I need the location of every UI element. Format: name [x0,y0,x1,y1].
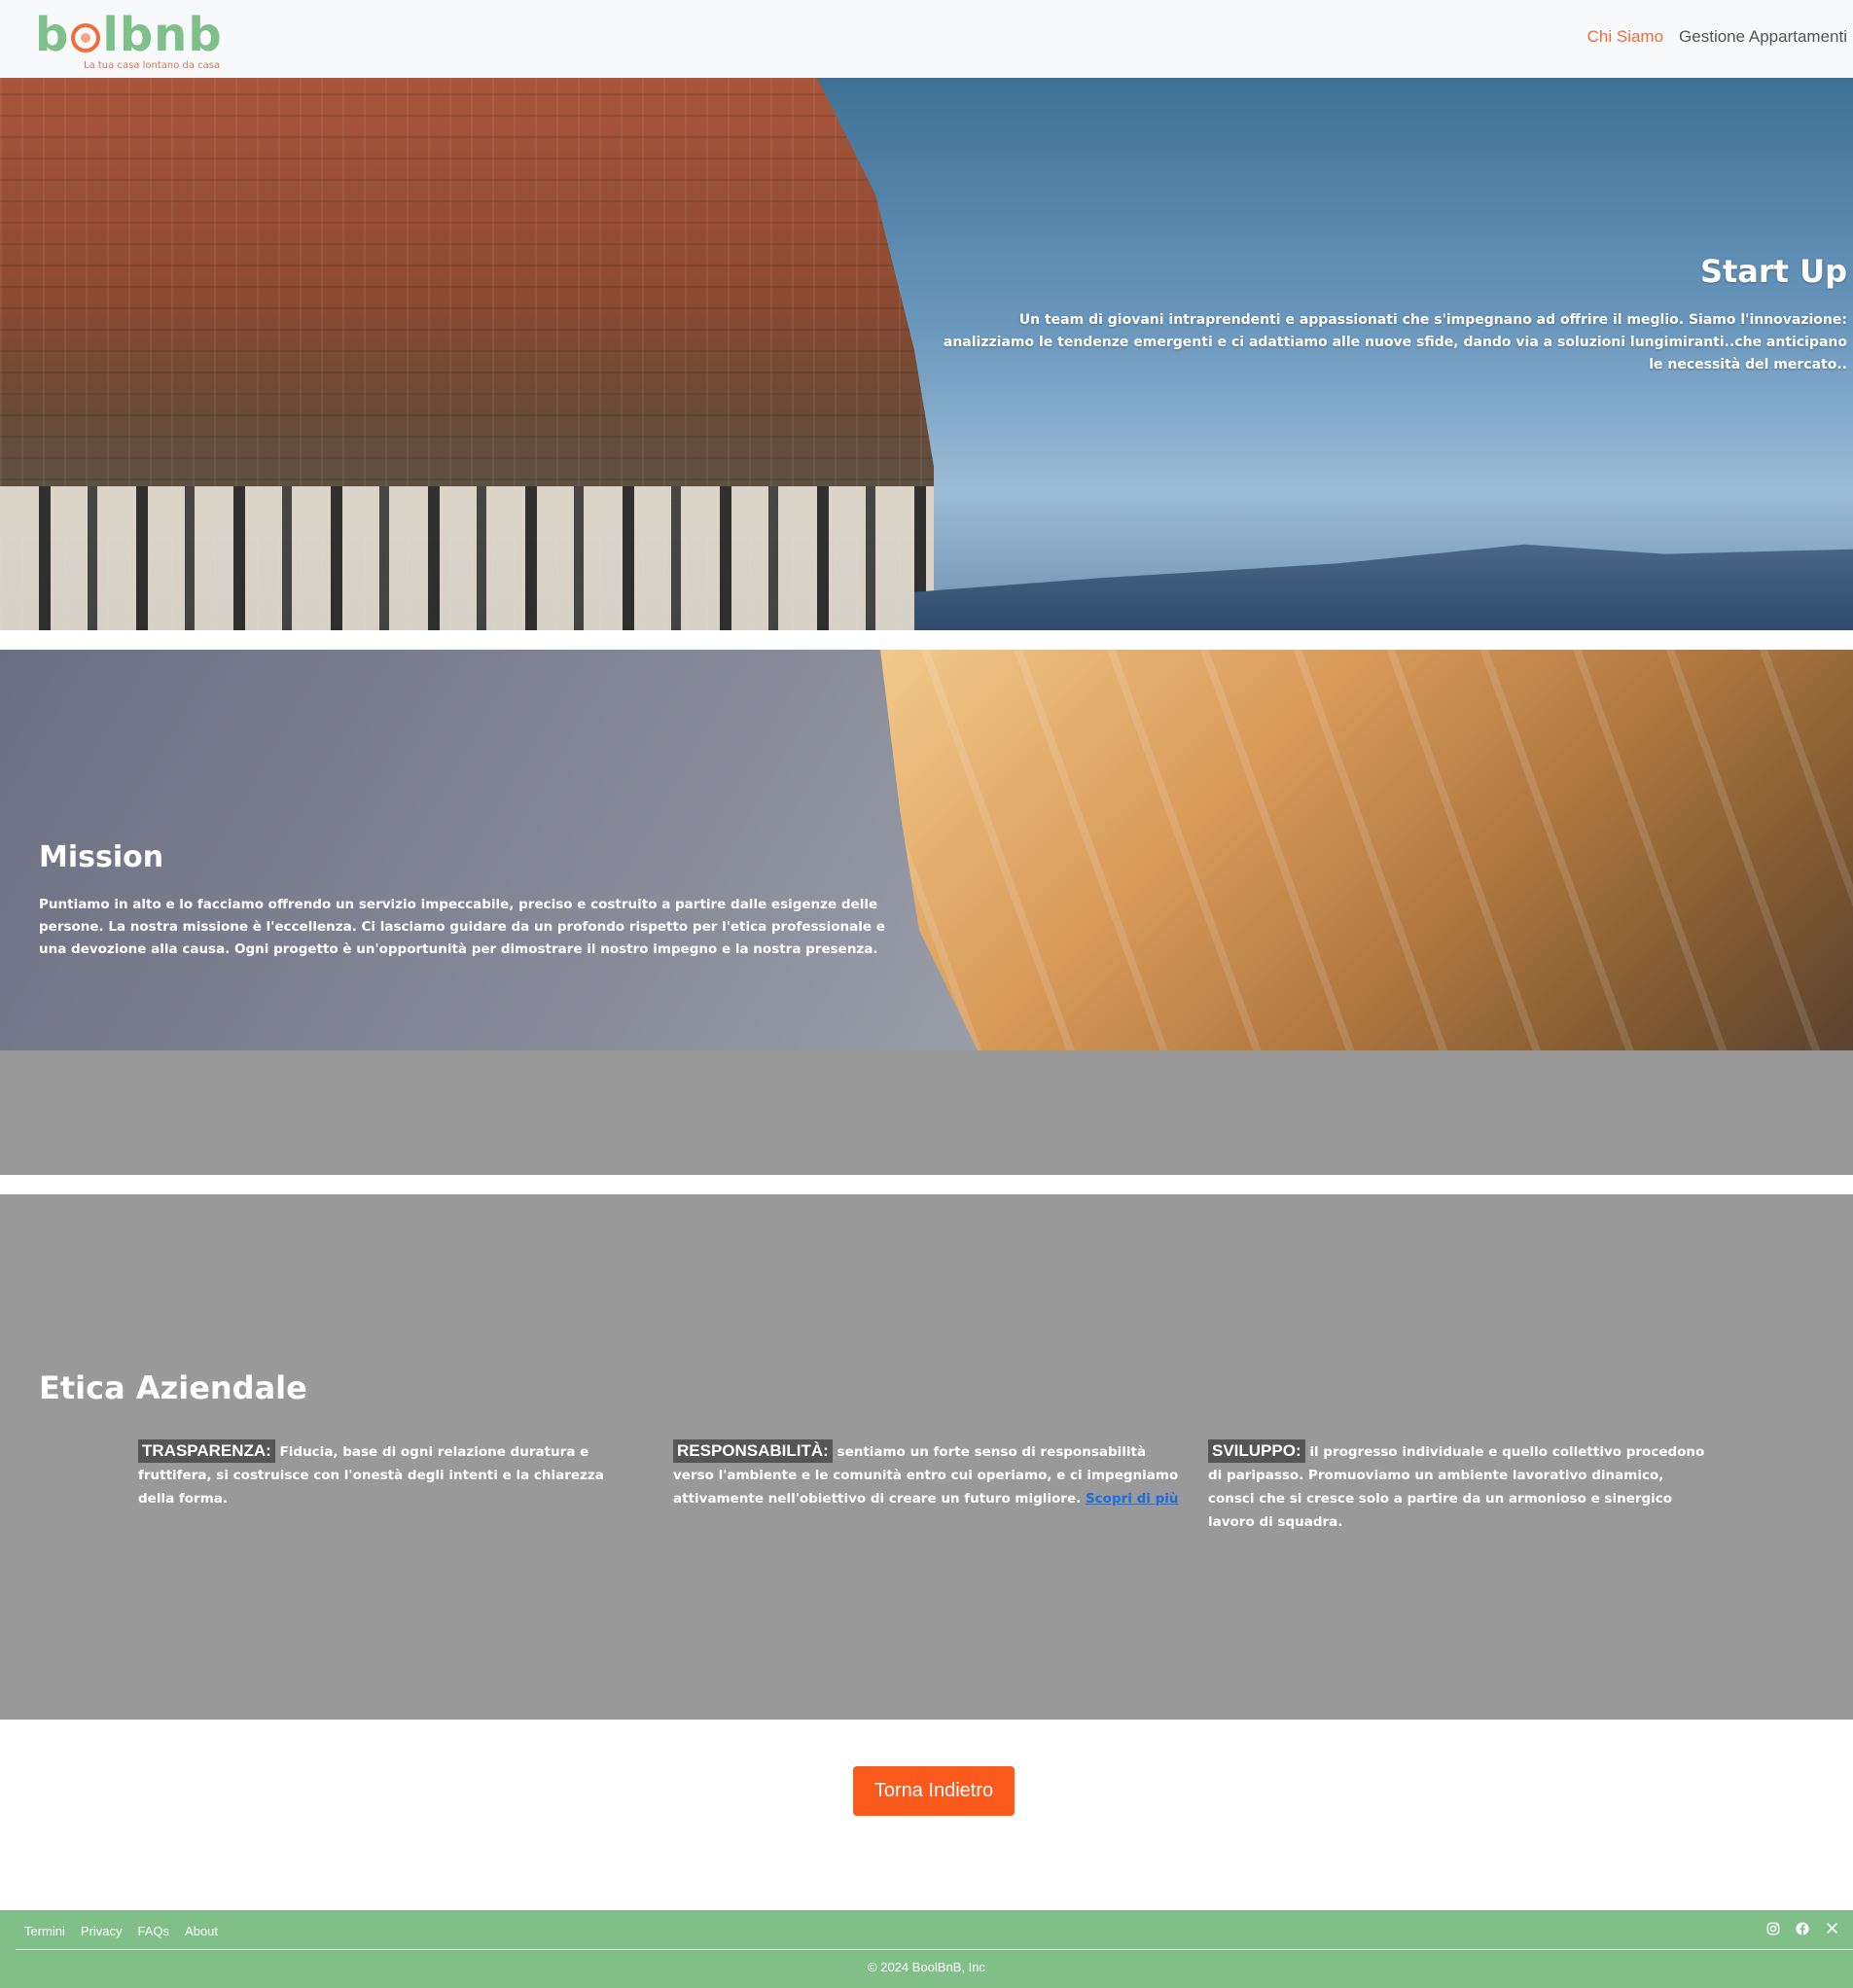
marble-facade-image [0,486,934,630]
logo-prefix: b [35,8,70,62]
footer-link-about[interactable]: About [185,1924,218,1938]
pisa-tower-image [880,650,1853,1050]
mission-text-block: Mission Puntiamo in alto e lo facciamo o… [39,840,914,961]
copyright-text: © 2024 BoolBnB, Inc [868,1960,985,1974]
footer-divider [16,1949,1853,1950]
nav-item-gestione-appartamenti[interactable]: Gestione Appartamenti [1679,27,1847,47]
nav-item-chi-siamo[interactable]: Chi Siamo [1587,27,1663,47]
footer-links: Termini Privacy FAQs About [24,1924,218,1938]
mission-bottom-band [0,1050,1853,1175]
etica-values: TRASPARENZA: Fiducia, base di ogni relaz… [138,1439,1714,1534]
back-button[interactable]: Torna Indietro [853,1766,1015,1816]
etica-section: Etica Aziendale TRASPARENZA: Fiducia, ba… [0,1194,1853,1720]
facebook-icon[interactable] [1795,1922,1810,1937]
value-label: SVILUPPO: [1208,1439,1305,1463]
logo-tagline: La tua casa lontano da casa [84,60,221,71]
footer: Termini Privacy FAQs About © 2024 BoolBn… [0,1910,1853,1988]
etica-title: Etica Aziendale [39,1369,307,1406]
value-responsabilita: RESPONSABILITÀ: sentiamo un forte senso … [673,1439,1179,1534]
value-trasparenza: TRASPARENZA: Fiducia, base di ogni relaz… [138,1439,644,1534]
footer-link-privacy[interactable]: Privacy [81,1924,123,1938]
logo-wordmark: b lbnb [35,8,223,62]
startup-section: Start Up Un team di giovani intraprenden… [0,78,1853,630]
mission-section: Mission Puntiamo in alto e lo facciamo o… [0,650,1853,1050]
mission-description: Puntiamo in alto e lo facciamo offrendo … [39,897,885,957]
instagram-icon[interactable] [1765,1922,1781,1937]
main-nav: Chi Siamo Gestione Appartamenti [1587,27,1847,47]
mission-title: Mission [39,840,164,874]
x-icon[interactable] [1824,1922,1839,1937]
logo-o-icon [71,23,101,53]
logo[interactable]: b lbnb La tua casa lontano da casa [35,8,259,76]
footer-link-termini[interactable]: Termini [24,1924,65,1938]
startup-title: Start Up [1699,253,1847,290]
navbar: b lbnb La tua casa lontano da casa Chi Si… [0,0,1853,78]
value-label: RESPONSABILITÀ: [673,1439,833,1463]
startup-description: Un team di giovani intraprendenti e appa… [943,312,1847,373]
footer-link-faqs[interactable]: FAQs [138,1924,170,1938]
social-links [1765,1922,1839,1937]
logo-suffix: lbnb [102,8,223,62]
value-label: TRASPARENZA: [138,1439,275,1463]
value-sviluppo: SVILUPPO: il progresso individuale e que… [1208,1439,1714,1534]
hills-image [914,544,1853,630]
scopri-di-piu-link[interactable]: Scopri di più [1086,1491,1179,1507]
startup-text-block: Start Up Un team di giovani intraprenden… [933,253,1847,376]
